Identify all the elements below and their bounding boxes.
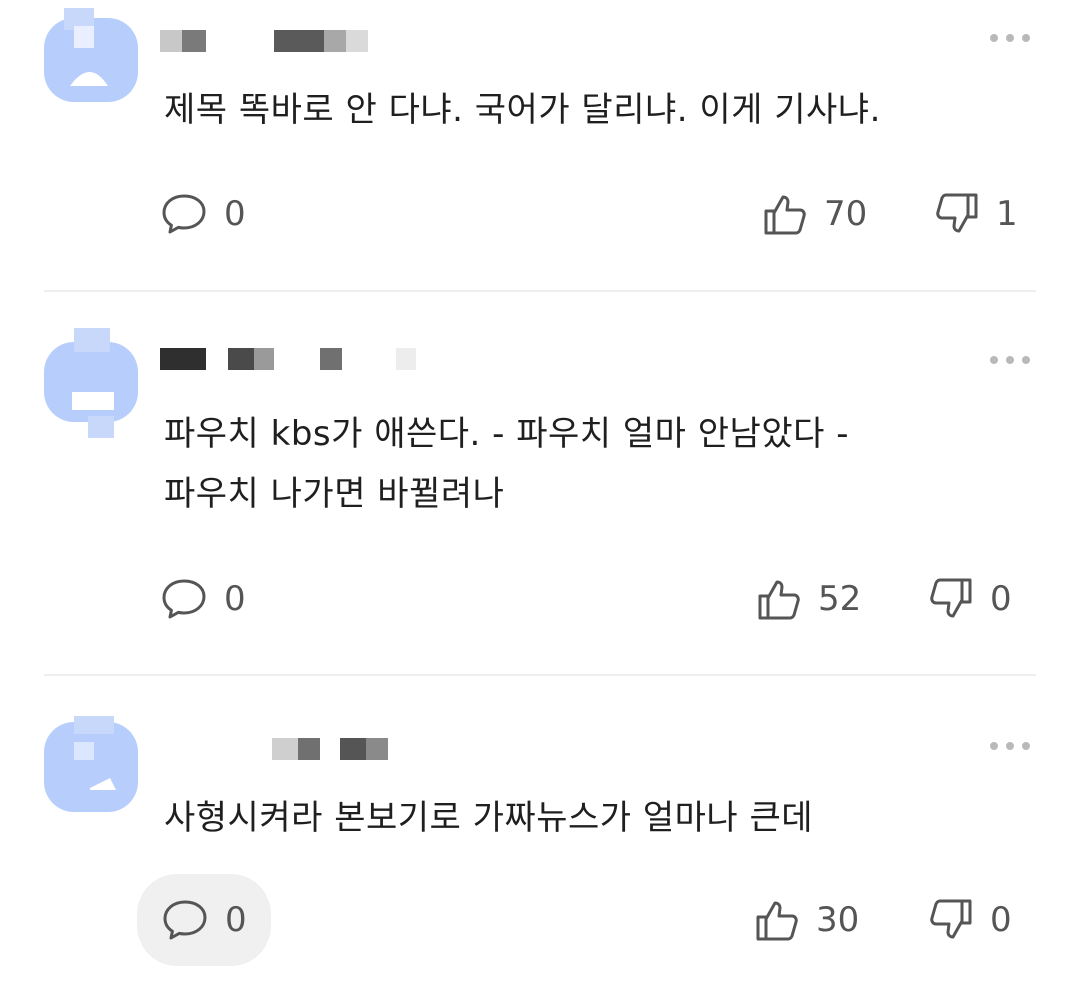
thumbs-up-icon bbox=[756, 576, 802, 622]
reply-icon bbox=[160, 190, 208, 238]
thumbs-down-icon bbox=[934, 191, 980, 237]
like-count: 70 bbox=[824, 194, 868, 234]
dislike-button[interactable]: 0 bbox=[928, 569, 1012, 629]
avatar[interactable] bbox=[44, 328, 138, 438]
reply-count: 0 bbox=[224, 194, 246, 234]
dislike-button[interactable]: 1 bbox=[934, 184, 1018, 244]
like-button[interactable]: 70 bbox=[762, 184, 867, 244]
dislike-button[interactable]: 0 bbox=[928, 890, 1012, 950]
reply-button[interactable]: 0 bbox=[160, 569, 246, 629]
dislike-count: 0 bbox=[990, 900, 1012, 940]
dislike-count: 0 bbox=[990, 579, 1012, 619]
comment-text: 제목 똑바로 안 다냐. 국어가 달리냐. 이게 기사냐. bbox=[164, 90, 881, 130]
thumbs-down-icon bbox=[928, 897, 974, 943]
reply-count: 0 bbox=[225, 900, 247, 940]
like-count: 52 bbox=[818, 579, 862, 619]
reply-button[interactable]: 0 bbox=[160, 184, 246, 244]
divider bbox=[44, 674, 1036, 676]
reply-button[interactable]: 0 bbox=[137, 874, 271, 966]
reply-count: 0 bbox=[224, 579, 246, 619]
thumbs-up-icon bbox=[762, 191, 808, 237]
reply-icon bbox=[160, 575, 208, 623]
avatar[interactable] bbox=[44, 8, 138, 102]
more-options-icon[interactable] bbox=[990, 354, 1030, 366]
thumbs-down-icon bbox=[928, 576, 974, 622]
username-blurred[interactable] bbox=[272, 738, 412, 760]
thumbs-up-icon bbox=[754, 897, 800, 943]
username-blurred[interactable] bbox=[160, 348, 420, 370]
comment-text: 사형시켜라 본보기로 가짜뉴스가 얼마나 큰데 bbox=[164, 798, 814, 838]
more-options-icon[interactable] bbox=[990, 740, 1030, 752]
username-blurred[interactable] bbox=[160, 30, 370, 52]
divider bbox=[44, 290, 1036, 292]
like-count: 30 bbox=[816, 900, 860, 940]
like-button[interactable]: 30 bbox=[754, 890, 859, 950]
reply-icon bbox=[161, 896, 209, 944]
comment-text: 파우치 kbs가 애쓴다. - 파우치 얼마 안남았다 - 파우치 나가면 바뀔… bbox=[164, 414, 849, 514]
dislike-count: 1 bbox=[996, 194, 1018, 234]
avatar[interactable] bbox=[44, 716, 138, 812]
like-button[interactable]: 52 bbox=[756, 569, 861, 629]
more-options-icon[interactable] bbox=[990, 32, 1030, 44]
